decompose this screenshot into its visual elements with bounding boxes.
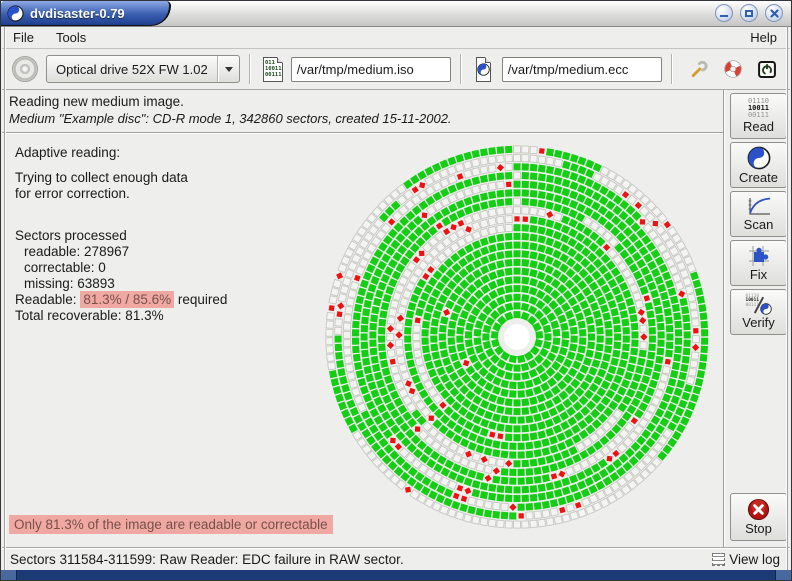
- yin-yang-icon: [747, 146, 771, 170]
- readable-percentage-badge: 81.3% / 85.6%: [80, 291, 175, 308]
- quit-button[interactable]: [751, 54, 783, 84]
- mode-label: Adaptive reading:: [15, 145, 121, 160]
- total-recoverable-row: Total recoverable: 81.3%: [15, 308, 164, 323]
- close-button[interactable]: [765, 4, 783, 22]
- binary-read-icon: 01110 10011 00111: [747, 97, 770, 119]
- minimize-button[interactable]: [715, 4, 733, 22]
- menu-help[interactable]: Help: [750, 30, 777, 45]
- drive-selector-value: Optical drive 52X FW 1.02: [56, 61, 208, 77]
- power-icon: [757, 60, 776, 78]
- view-log-button[interactable]: View log: [710, 552, 782, 567]
- status-panel: Adaptive reading: Trying to collect enou…: [15, 145, 315, 324]
- preferences-button[interactable]: [683, 54, 715, 84]
- mode-description: Trying to collect enough data for error …: [15, 170, 188, 201]
- menu-file[interactable]: File: [13, 30, 34, 45]
- scan-button[interactable]: Scan: [730, 191, 787, 237]
- warning-banner: Only 81.3% of the image are readable or …: [9, 515, 333, 534]
- image-file-input[interactable]: [290, 56, 451, 82]
- help-button[interactable]: [717, 54, 749, 84]
- optical-disc-icon: [12, 56, 38, 82]
- minimize-icon: [720, 15, 728, 17]
- window-edge-right: [786, 27, 788, 570]
- readable-row: readable: 278967: [24, 244, 130, 259]
- chevron-down-icon: [224, 66, 233, 72]
- page-title: Reading new medium image.: [9, 94, 184, 109]
- missing-row: missing: 63893: [24, 276, 115, 291]
- verify-compare-icon: 01110 10011 00111: [746, 294, 772, 315]
- window-edge-left: [4, 27, 6, 570]
- titlebar[interactable]: dvdisaster-0.79: [1, 1, 791, 27]
- ecc-file-icon: [476, 56, 492, 82]
- menu-tools[interactable]: Tools: [56, 30, 86, 45]
- statusbar: Sectors 311584-311599: Raw Reader: EDC f…: [2, 547, 790, 571]
- window-title: dvdisaster-0.79: [30, 5, 125, 21]
- readable-percentage-row: Readable: 81.3% / 85.6% required: [15, 291, 228, 308]
- resize-grip-left[interactable]: [1, 570, 17, 580]
- stop-icon: [747, 498, 770, 521]
- iso-file-icon: 011 10011 00111: [262, 56, 283, 82]
- verify-button[interactable]: 01110 10011 00111 Verify: [730, 289, 787, 335]
- toolbar-separator: [459, 54, 462, 84]
- puzzle-piece-icon: [748, 245, 769, 266]
- window-bottom-frame: [1, 570, 791, 580]
- resize-grip-right[interactable]: [775, 570, 791, 580]
- correctable-count: 0: [98, 260, 106, 275]
- missing-count: 63893: [77, 276, 115, 291]
- lifebuoy-icon: [724, 60, 742, 78]
- ecc-file-button[interactable]: [471, 54, 497, 84]
- sectors-heading: Sectors processed: [15, 228, 127, 243]
- app-logo-icon: [7, 5, 24, 22]
- menubar: File Tools Help: [2, 27, 790, 49]
- close-icon: [769, 8, 779, 18]
- create-button[interactable]: Create: [730, 142, 787, 188]
- readable-count: 278967: [84, 244, 130, 259]
- read-button[interactable]: 01110 10011 00111 Read: [730, 93, 787, 139]
- log-list-icon: [712, 553, 726, 566]
- ecc-file-input[interactable]: [501, 56, 662, 82]
- correctable-row: correctable: 0: [24, 260, 106, 275]
- maximize-button[interactable]: [740, 4, 758, 22]
- stop-button[interactable]: Stop: [730, 493, 787, 541]
- fix-button[interactable]: Fix: [730, 240, 787, 286]
- sidebar-separator: [723, 90, 725, 547]
- header: Reading new medium image. Medium "Exampl…: [2, 90, 724, 133]
- scan-curve-icon: [748, 197, 770, 215]
- toolbar: Optical drive 52X FW 1.02 011 10011 0011…: [2, 49, 790, 90]
- app-window: dvdisaster-0.79 File Tools Help Optical …: [0, 0, 792, 581]
- wrench-icon: [691, 60, 708, 78]
- drive-selector[interactable]: Optical drive 52X FW 1.02: [46, 55, 240, 83]
- status-message: Sectors 311584-311599: Raw Reader: EDC f…: [10, 552, 404, 567]
- page-subtitle: Medium "Example disc": CD-R mode 1, 3428…: [9, 111, 452, 126]
- image-file-button[interactable]: 011 10011 00111: [260, 54, 286, 84]
- titlebar-tab[interactable]: dvdisaster-0.79: [1, 1, 171, 26]
- maximize-icon: [745, 9, 753, 17]
- toolbar-separator: [670, 54, 673, 84]
- toolbar-separator: [248, 54, 251, 84]
